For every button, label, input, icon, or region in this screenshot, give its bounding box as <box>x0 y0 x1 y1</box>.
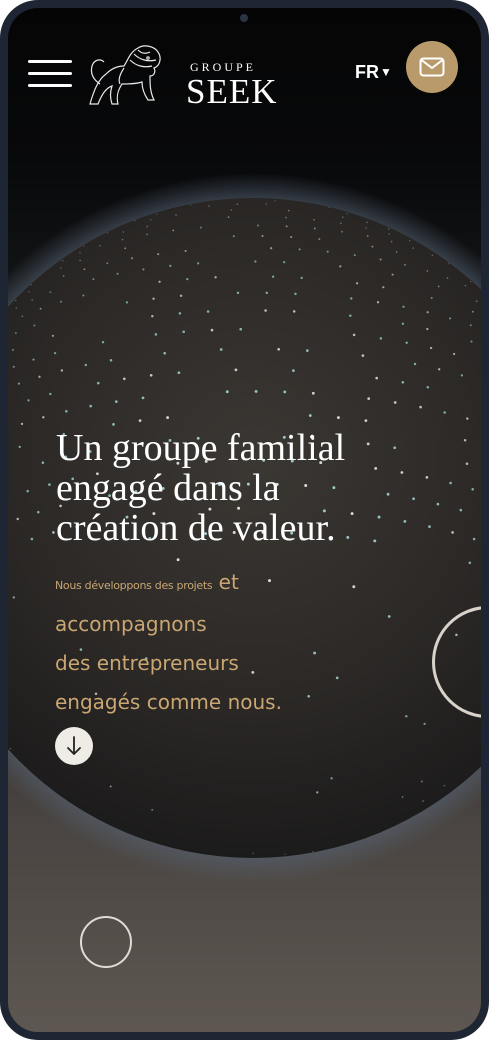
device-frame: GROUPE SEEK FR▼ Un groupe familial engag… <box>0 0 489 1040</box>
language-selector[interactable]: FR▼ <box>355 62 392 83</box>
hero-title-line: engagé dans la <box>56 467 280 509</box>
hero-subtitle-small: Nous développons des projets <box>55 579 213 592</box>
scroll-down-button[interactable] <box>55 727 93 765</box>
hero-subtitle-line: accompagnons <box>55 612 207 636</box>
arrow-down-icon <box>67 736 81 755</box>
logo[interactable]: GROUPE SEEK <box>84 38 284 118</box>
logo-title: SEEK <box>186 72 278 111</box>
contact-mail-button[interactable] <box>406 41 458 93</box>
hero-subtitle-line: des entrepreneurs <box>55 651 239 675</box>
screen: GROUPE SEEK FR▼ Un groupe familial engag… <box>8 8 481 1032</box>
hamburger-menu-icon[interactable] <box>28 58 74 92</box>
lion-emblem-icon <box>89 45 161 105</box>
language-label: FR <box>355 62 379 82</box>
front-camera <box>240 14 248 22</box>
hero-subtitle-line: engagés comme nous. <box>55 690 282 714</box>
hero-title-line: création de valeur. <box>56 507 336 549</box>
hero-title: Un groupe familial engagé dans la créati… <box>56 428 476 548</box>
caret-down-icon: ▼ <box>380 65 392 79</box>
hero-subtitle-line: et <box>218 570 239 594</box>
hero-title-line: Un groupe familial <box>56 427 346 469</box>
decorative-ring <box>80 916 132 968</box>
mail-icon <box>419 57 445 77</box>
hero-subtitle: Nous développons des projets et accompag… <box>55 563 435 722</box>
